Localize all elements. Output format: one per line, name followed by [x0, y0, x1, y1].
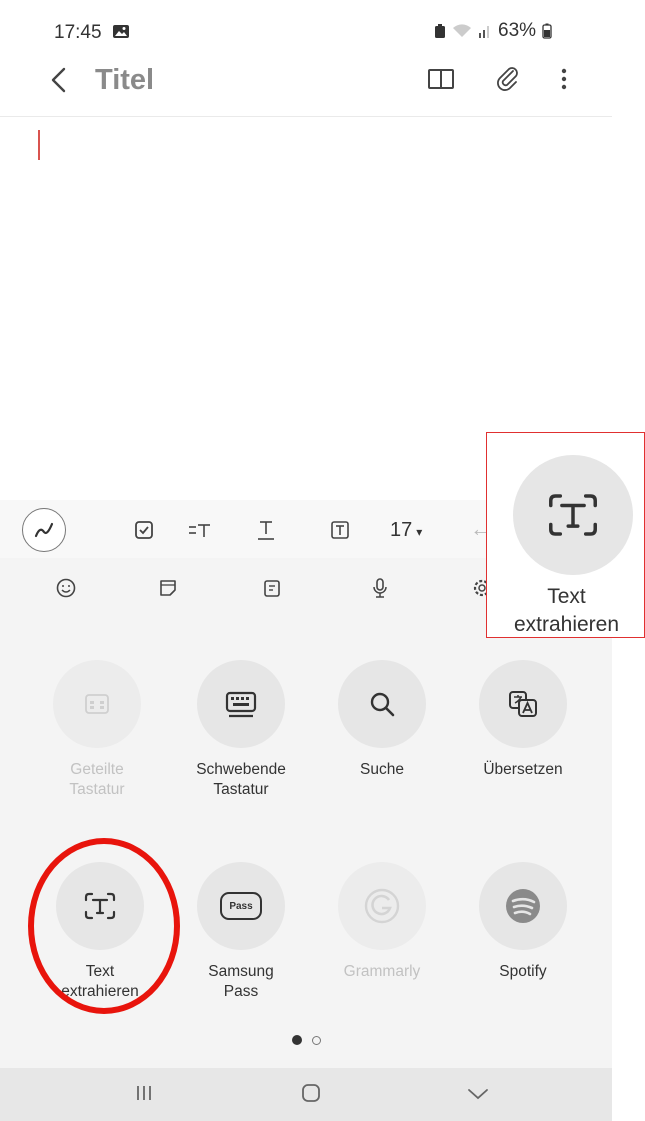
app-label: Grammarly [307, 962, 457, 982]
back-arrow-icon[interactable] [42, 62, 78, 98]
app-label: Übersetzen [448, 760, 598, 780]
page-dot-active[interactable] [292, 1035, 302, 1045]
extract-text-icon [549, 494, 597, 536]
pen-icon [34, 522, 54, 538]
app-spotify[interactable]: Spotify [448, 862, 598, 982]
floating-keyboard-icon [225, 691, 257, 718]
checkbox-icon [135, 521, 153, 539]
emoji-button[interactable] [46, 568, 86, 608]
search-icon [370, 692, 395, 717]
app-label-line1: Schwebende [196, 761, 286, 778]
battery-icon [542, 23, 552, 39]
app-label-line1: Grammarly [343, 963, 421, 980]
underline-text-icon [258, 521, 274, 540]
app-label: Suche [307, 760, 457, 780]
text-style-icon [189, 524, 210, 537]
font-size-value: 17 [390, 519, 413, 541]
spotify-icon [506, 889, 540, 923]
more-options-icon[interactable] [556, 64, 572, 94]
text-box-button[interactable] [320, 510, 360, 550]
signal-icon [479, 26, 489, 38]
callout-label-line1: Text [547, 585, 586, 608]
app-label-line1: Spotify [499, 963, 547, 980]
header-divider [0, 116, 612, 117]
samsung-pass-badge: Pass [229, 900, 253, 912]
app-label-line1: Suche [360, 761, 404, 778]
recent-apps-icon[interactable] [134, 1082, 154, 1104]
dropdown-caret-icon: ▾ [416, 525, 423, 539]
app-label: Geteilte Tastatur [22, 760, 172, 800]
text-style-button[interactable] [180, 510, 220, 550]
app-icon-circle [53, 660, 141, 748]
app-label: Schwebende Tastatur [166, 760, 316, 800]
app-icon-circle [479, 660, 567, 748]
app-icon-circle [338, 862, 426, 950]
handwriting-button[interactable] [22, 508, 66, 552]
note-title[interactable]: Titel [95, 64, 154, 97]
underline-button[interactable] [246, 510, 286, 550]
page-dot-inactive[interactable] [312, 1035, 321, 1045]
wifi-icon [453, 24, 471, 37]
emoji-icon [56, 578, 76, 598]
app-icon-circle: Pass [197, 862, 285, 950]
clipboard-button[interactable] [252, 568, 292, 608]
voice-input-button[interactable] [360, 568, 400, 608]
page-indicator [292, 1035, 321, 1045]
app-label-line1: Samsung [208, 963, 274, 980]
app-label-line1: Übersetzen [483, 761, 563, 778]
battery-percent: 63% [498, 20, 537, 41]
samsung-pass-icon: Pass [220, 892, 262, 920]
app-translate[interactable]: Übersetzen [448, 660, 598, 780]
app-label-line2: Tastatur [213, 781, 269, 798]
text-cursor[interactable] [38, 130, 40, 160]
zoom-callout: Text extrahieren [486, 432, 645, 638]
sticker-button[interactable] [148, 568, 188, 608]
attach-paperclip-icon[interactable] [493, 63, 523, 93]
clipboard-icon [264, 580, 280, 597]
app-label-line1: Geteilte [70, 761, 124, 778]
translate-icon [509, 691, 537, 717]
book-view-icon[interactable] [426, 64, 456, 94]
app-label-line2: Pass [223, 983, 259, 1000]
nav-collapse-icon[interactable] [466, 1086, 490, 1102]
app-search[interactable]: Suche [307, 660, 457, 780]
app-grammarly: Grammarly [307, 862, 457, 982]
app-icon-circle [197, 660, 285, 748]
sticker-icon [160, 580, 176, 596]
callout-icon-circle [513, 455, 633, 575]
app-label: Samsung Pass [166, 962, 316, 1002]
app-label-line2: Tastatur [69, 781, 125, 798]
app-floating-keyboard[interactable]: Schwebende Tastatur [166, 660, 316, 800]
status-time: 17:45 [54, 22, 102, 43]
font-size-dropdown[interactable]: 17 ▾ [390, 519, 422, 542]
gallery-notification-icon [113, 25, 129, 38]
app-samsung-pass[interactable]: Pass Samsung Pass [166, 862, 316, 1002]
microphone-icon [373, 578, 387, 598]
split-keyboard-icon [85, 694, 109, 714]
checkbox-button[interactable] [124, 510, 164, 550]
app-split-keyboard: Geteilte Tastatur [22, 660, 172, 800]
app-icon-circle [479, 862, 567, 950]
callout-label-line2: extrahieren [513, 613, 620, 636]
text-box-icon [331, 521, 349, 539]
app-label: Spotify [448, 962, 598, 982]
grammarly-icon [364, 888, 400, 924]
home-icon[interactable] [301, 1082, 321, 1104]
app-icon-circle [338, 660, 426, 748]
battery-saver-icon [435, 24, 445, 38]
highlight-ellipse [28, 838, 180, 1014]
callout-label: Text extrahieren [487, 583, 645, 639]
status-right: 63% [434, 20, 552, 42]
